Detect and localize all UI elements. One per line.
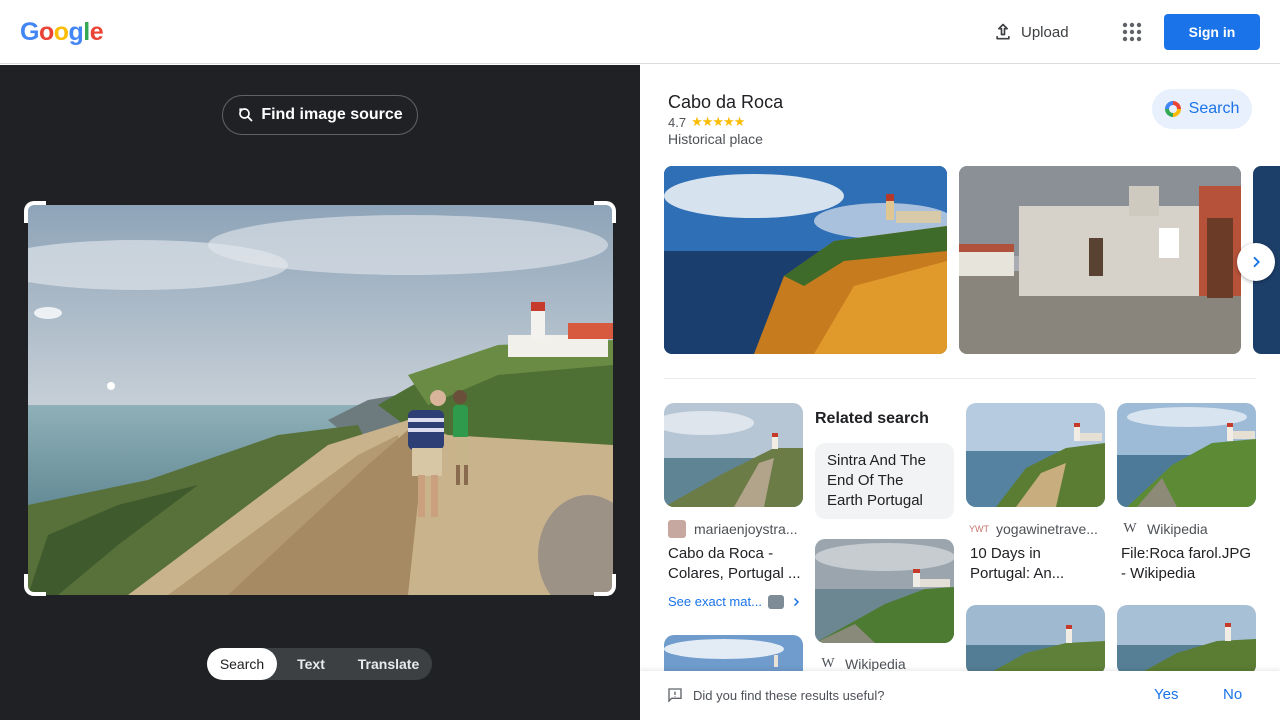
find-image-source-button[interactable]: Find image source <box>222 95 418 135</box>
carousel-image[interactable] <box>664 166 947 354</box>
apps-grid-icon[interactable] <box>1120 20 1144 44</box>
chevron-right-icon <box>793 597 799 606</box>
google-logo[interactable]: Google <box>20 18 104 47</box>
feedback-bar: Did you find these results useful? Yes N… <box>640 671 1280 720</box>
crop-handle-bottom-right[interactable] <box>594 574 616 596</box>
query-photo <box>28 205 613 595</box>
exact-match-thumbnail <box>767 594 784 609</box>
logo-letter: G <box>20 18 39 46</box>
source-name: yogawinetrave... <box>996 521 1098 537</box>
result-thumbnail[interactable] <box>815 539 954 643</box>
sign-in-button[interactable]: Sign in <box>1164 14 1260 50</box>
result-thumbnail[interactable] <box>966 605 1105 675</box>
source-name: mariaenjoystra... <box>694 521 798 537</box>
source-name: Wikipedia <box>1147 521 1208 537</box>
google-g-icon <box>1164 101 1181 117</box>
find-image-source-label: Find image source <box>261 106 403 123</box>
upload-button[interactable]: Upload <box>993 18 1069 46</box>
entity-title[interactable]: Cabo da Roca <box>668 92 783 113</box>
result-source[interactable]: mariaenjoystra... <box>668 520 797 538</box>
result-thumbnail[interactable] <box>966 403 1105 507</box>
source-name: Wikipedia <box>845 656 906 672</box>
carousel-next-button[interactable] <box>1237 243 1275 281</box>
logo-letter: g <box>68 18 84 46</box>
logo-letter: e <box>89 18 104 46</box>
crop-handle-top-right[interactable] <box>594 201 616 223</box>
mode-tab-search[interactable]: Search <box>207 648 277 680</box>
result-source[interactable]: W Wikipedia <box>1121 520 1208 538</box>
chevron-right-icon <box>1253 256 1260 268</box>
result-source[interactable]: YWT yogawinetrave... <box>969 520 1098 538</box>
entity-type: Historical place <box>668 131 763 147</box>
lens-search-icon <box>239 108 253 122</box>
result-title[interactable]: 10 Days in Portugal: An... <box>970 544 1104 584</box>
rating-stars-icon: ★★★★★ <box>691 114 745 129</box>
divider <box>664 378 1256 379</box>
site-favicon-icon: YWT <box>969 524 989 534</box>
entity-rating: 4.7 ★★★★★ <box>668 114 745 130</box>
wikipedia-icon: W <box>1123 521 1137 536</box>
result-thumbnail[interactable] <box>664 403 803 507</box>
entity-search-label: Search <box>1188 100 1240 117</box>
mode-switcher: Search Text Translate <box>207 648 432 680</box>
lens-image-panel: Find image source Search Text Translate <box>0 65 640 720</box>
see-exact-matches-link[interactable]: See exact mat... <box>668 594 802 609</box>
logo-letter: o <box>53 18 69 46</box>
related-search-heading: Related search <box>815 410 929 427</box>
result-title[interactable]: Cabo da Roca - Colares, Portugal ... <box>668 544 802 584</box>
rating-value: 4.7 <box>668 114 687 130</box>
logo-letter: o <box>38 18 54 46</box>
carousel-image[interactable] <box>959 166 1241 354</box>
site-favicon-icon <box>668 520 686 538</box>
related-search-chip[interactable]: Sintra And The End Of The Earth Portugal <box>815 443 954 519</box>
feedback-yes-button[interactable]: Yes <box>1154 686 1178 703</box>
top-bar: Google Upload Sign in <box>0 0 1280 64</box>
crop-handle-top-left[interactable] <box>24 201 46 223</box>
see-exact-matches-label: See exact mat... <box>668 594 762 609</box>
feedback-no-button[interactable]: No <box>1223 686 1242 703</box>
mode-tab-text[interactable]: Text <box>277 648 345 680</box>
crop-handle-bottom-left[interactable] <box>24 574 46 596</box>
feedback-icon <box>668 688 682 703</box>
upload-icon <box>996 23 1010 40</box>
entity-search-button[interactable]: Search <box>1152 89 1252 129</box>
mode-tab-translate[interactable]: Translate <box>345 648 432 680</box>
feedback-question: Did you find these results useful? <box>693 688 885 703</box>
result-title[interactable]: File:Roca farol.JPG - Wikipedia <box>1121 544 1255 584</box>
result-thumbnail[interactable] <box>1117 605 1256 675</box>
upload-label: Upload <box>1021 23 1069 41</box>
result-thumbnail[interactable] <box>1117 403 1256 507</box>
results-panel: Cabo da Roca 4.7 ★★★★★ Historical place … <box>640 65 1280 720</box>
